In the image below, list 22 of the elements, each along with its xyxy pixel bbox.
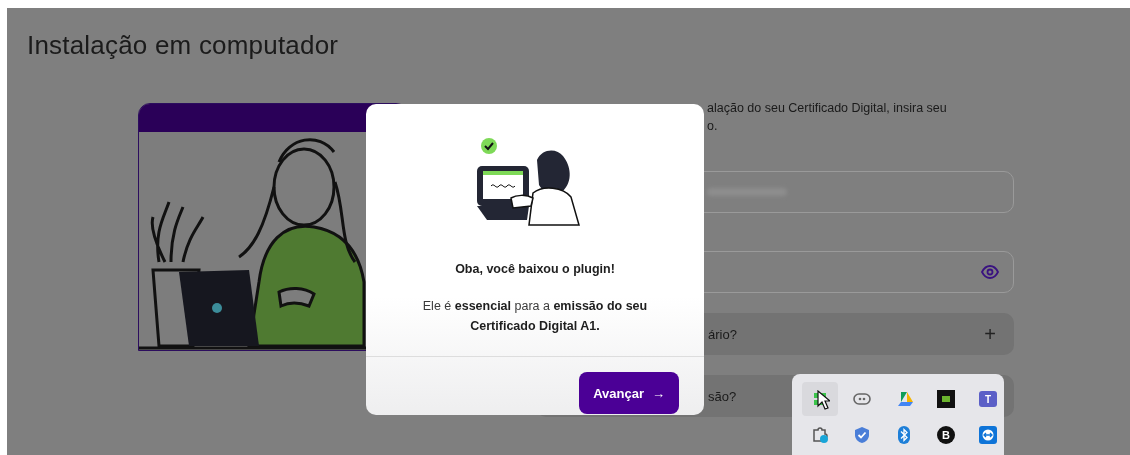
mouse-pointer-icon (817, 390, 830, 410)
tray-icon-button[interactable]: T (970, 382, 1006, 416)
page-title: Instalação em computador (27, 30, 340, 61)
letter-icon: B (937, 426, 955, 444)
puzzle-icon (811, 426, 829, 444)
remote-icon (979, 426, 997, 444)
dialog-title: Oba, você baixou o plugin! (455, 262, 615, 276)
intro-text: alação do seu Certificado Digital, insira seu (706, 100, 948, 117)
tray-icon-button[interactable]: B (928, 418, 964, 452)
next-button[interactable]: Avançar → (579, 372, 679, 414)
dialog-message: Ele é essencial para a emissão do seu Certificado Digital A1. (421, 298, 649, 335)
bluetooth-icon (898, 426, 910, 444)
accordion-label: ário? (708, 326, 737, 342)
chip-icon (937, 390, 955, 408)
team-icon: T (979, 391, 997, 407)
controller-icon (853, 392, 871, 406)
plus-icon: + (984, 322, 996, 346)
shield-icon (854, 426, 870, 444)
eye-icon (981, 265, 999, 279)
triangle-icon (895, 391, 913, 407)
intro-text: o. (706, 118, 719, 135)
accordion-label: são? (708, 388, 737, 404)
